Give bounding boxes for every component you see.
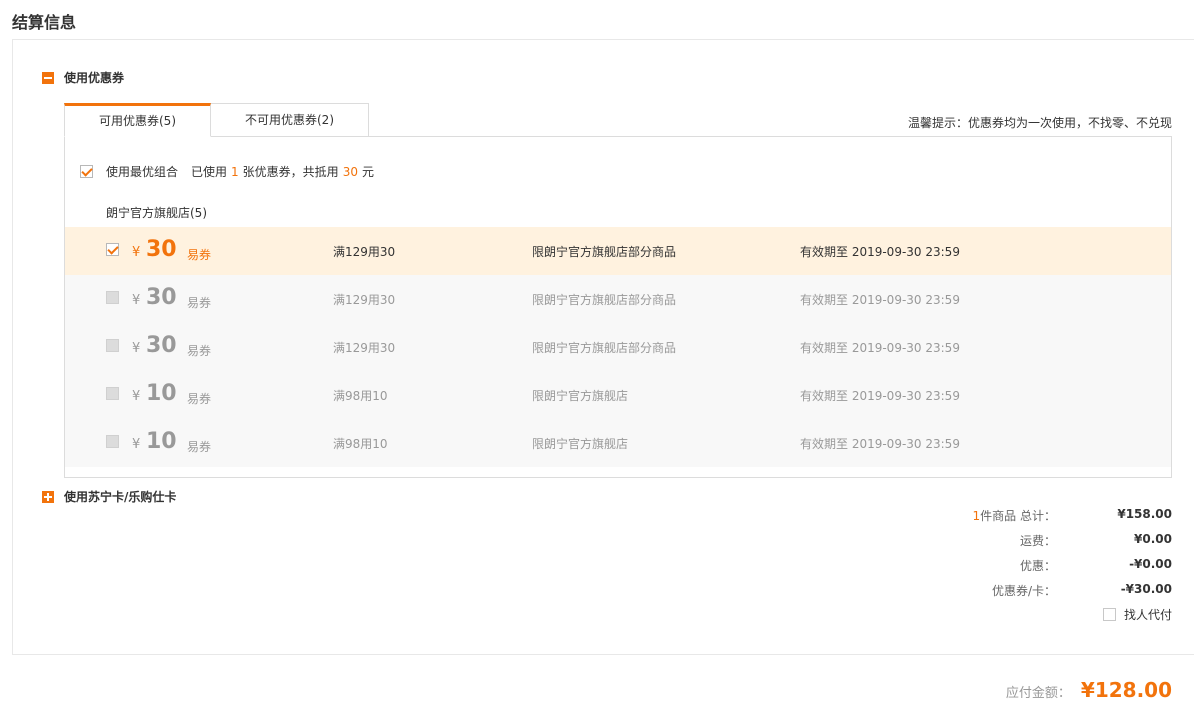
shipping-label: 运费： (1019, 534, 1056, 548)
coupon-row[interactable]: ¥ 10 易券 满98用10 限朗宁官方旗舰店 有效期至 2019-09-30 … (65, 419, 1171, 467)
summary-coupon: 优惠券/卡： -¥30.00 (992, 582, 1172, 599)
coupon-checkbox[interactable] (106, 291, 119, 304)
payable-value: ¥128.00 (1080, 678, 1172, 702)
used-middle: 张优惠券，共抵用 (242, 165, 339, 179)
coupon-scope: 限朗宁官方旗舰店 (532, 437, 629, 451)
coupon-currency: ¥ (132, 389, 141, 404)
proxy-pay-label: 找人代付 (1123, 608, 1172, 622)
discount-label: 优惠： (1019, 559, 1056, 573)
coupon-validity: 有效期至 2019-09-30 23:59 (800, 245, 960, 259)
discount-value: -¥0.00 (1129, 557, 1172, 571)
tab-unavailable-coupons[interactable]: 不可用优惠券(2) (210, 103, 369, 137)
store-name: 朗宁官方旗舰店(5) (106, 206, 207, 220)
summary-discount: 优惠： -¥0.00 (1020, 557, 1172, 574)
collapse-icon (42, 71, 54, 84)
coupon-amount: 10 (146, 381, 177, 406)
coupon-row[interactable]: ¥ 30 易券 满129用30 限朗宁官方旗舰店部分商品 有效期至 2019-0… (65, 275, 1171, 323)
coupon-condition: 满98用10 (333, 437, 388, 451)
coupon-scope: 限朗宁官方旗舰店部分商品 (532, 341, 677, 355)
coupon-scope: 限朗宁官方旗舰店部分商品 (532, 293, 677, 307)
card-section-toggle[interactable]: 使用苏宁卡/乐购仕卡 (42, 488, 176, 505)
coupon-section-label: 使用优惠券 (64, 71, 125, 85)
used-suffix: 元 (361, 165, 374, 179)
page-title: 结算信息 (12, 13, 77, 32)
expand-icon (42, 490, 54, 503)
coupon-checkbox[interactable] (106, 387, 119, 400)
coupon-currency: ¥ (132, 293, 141, 308)
coupon-currency: ¥ (132, 437, 141, 452)
shipping-value: ¥0.00 (1134, 532, 1172, 546)
coupon-type: 易券 (187, 440, 212, 454)
coupon-row[interactable]: ¥ 30 易券 满129用30 限朗宁官方旗舰店部分商品 有效期至 2019-0… (65, 323, 1171, 371)
used-count: 1 (231, 164, 239, 179)
coupon-condition: 满98用10 (333, 389, 388, 403)
coupon-condition: 满129用30 (333, 245, 396, 259)
summary-shipping: 运费： ¥0.00 (1020, 532, 1172, 549)
best-combo-row: 使用最优组合 已使用 1 张优惠券，共抵用 30 元 (80, 163, 374, 180)
items-label: 件商品 总计： (980, 509, 1056, 523)
used-prefix: 已使用 (191, 165, 228, 179)
coupon-currency: ¥ (132, 245, 141, 260)
card-section-label: 使用苏宁卡/乐购仕卡 (64, 490, 177, 504)
best-combo-checkbox[interactable] (80, 165, 93, 178)
proxy-pay-option[interactable]: 找人代付 (1102, 606, 1172, 623)
coupon-validity: 有效期至 2019-09-30 23:59 (800, 437, 960, 451)
coupon-scope: 限朗宁官方旗舰店 (532, 389, 629, 403)
coupon-type: 易券 (187, 392, 212, 406)
coupon-checkbox[interactable] (106, 243, 119, 256)
coupon-row[interactable]: ¥ 30 易券 满129用30 限朗宁官方旗舰店部分商品 有效期至 2019-0… (65, 227, 1171, 275)
coupon-amount: 30 (146, 237, 177, 262)
coupon-amount: 10 (146, 429, 177, 454)
coupon-validity: 有效期至 2019-09-30 23:59 (800, 293, 960, 307)
coupon-checkbox[interactable] (106, 435, 119, 448)
coupon-currency: ¥ (132, 341, 141, 356)
best-combo-label: 使用最优组合 (106, 165, 179, 179)
used-amount: 30 (342, 164, 358, 179)
items-total-value: ¥158.00 (1117, 507, 1172, 521)
proxy-pay-checkbox[interactable] (1102, 608, 1116, 621)
payable-label: 应付金额： (1005, 686, 1071, 701)
coupon-type: 易券 (187, 296, 212, 310)
coupon-card-value: -¥30.00 (1120, 582, 1172, 596)
coupon-type: 易券 (187, 248, 212, 262)
summary-items-total: 1件商品 总计： ¥158.00 (973, 507, 1172, 524)
coupon-amount: 30 (146, 285, 177, 310)
coupon-card-label: 优惠券/卡： (991, 584, 1056, 598)
coupon-scope: 限朗宁官方旗舰店部分商品 (532, 245, 677, 259)
tab-available-coupons[interactable]: 可用优惠券(5) (64, 103, 211, 137)
payable-total: 应付金额： ¥128.00 (1006, 678, 1172, 702)
coupon-tip: 温馨提示：优惠券均为一次使用，不找零、不兑现 (907, 116, 1172, 130)
coupon-validity: 有效期至 2019-09-30 23:59 (800, 389, 960, 403)
coupon-condition: 满129用30 (333, 341, 396, 355)
coupon-validity: 有效期至 2019-09-30 23:59 (800, 341, 960, 355)
coupon-row[interactable]: ¥ 10 易券 满98用10 限朗宁官方旗舰店 有效期至 2019-09-30 … (65, 371, 1171, 419)
coupon-type: 易券 (187, 344, 212, 358)
coupon-condition: 满129用30 (333, 293, 396, 307)
coupon-checkbox[interactable] (106, 339, 119, 352)
coupon-amount: 30 (146, 333, 177, 358)
coupon-section-toggle[interactable]: 使用优惠券 (42, 69, 124, 86)
